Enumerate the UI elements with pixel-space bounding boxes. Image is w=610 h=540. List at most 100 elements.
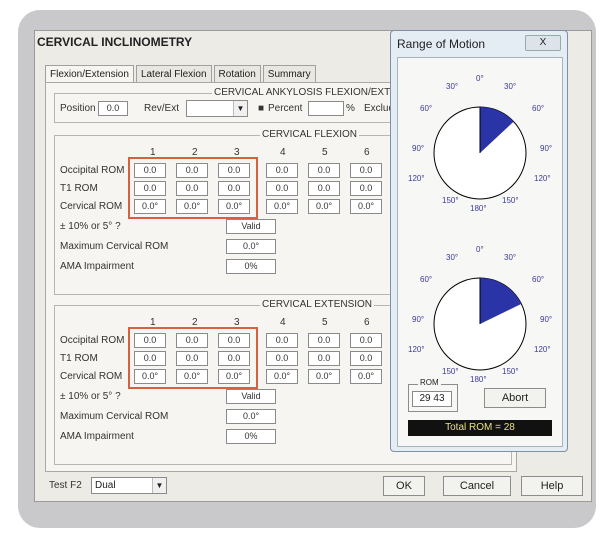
dial-1-label-l30: 30° — [446, 82, 459, 91]
extension-cervical-5: 0.0° — [308, 369, 340, 384]
total-rom-display: Total ROM = 28 — [408, 420, 552, 436]
extension-t1-4[interactable]: 0.0 — [266, 351, 298, 366]
rom-dialog-title: Range of Motion — [397, 37, 486, 51]
extension-max-value: 0.0° — [226, 409, 276, 424]
close-icon[interactable]: X — [525, 35, 561, 51]
rom-dialog-body: 0° 30° 30° 60° 60° 90° 90° 120° 120° 150… — [397, 57, 563, 447]
ok-button[interactable]: OK — [383, 476, 425, 496]
flexion-ama-label: AMA Impairment — [60, 261, 134, 272]
dial-2-label-r60: 60° — [532, 275, 545, 284]
flexion-check-value: Valid — [226, 219, 276, 234]
dial-1-label-r60: 60° — [532, 104, 545, 113]
tab-summary[interactable]: Summary — [262, 65, 316, 83]
extension-occipital-4[interactable]: 0.0 — [266, 333, 298, 348]
abort-button[interactable]: Abort — [484, 388, 546, 408]
flexion-t1-4[interactable]: 0.0 — [266, 181, 298, 196]
dial-2-label-0: 0° — [476, 245, 484, 254]
percent-field[interactable] — [308, 101, 344, 116]
extension-occipital-label: Occipital ROM — [60, 335, 125, 346]
dial-2-label-180: 180° — [470, 375, 487, 384]
extension-col-5: 5 — [322, 317, 328, 328]
extension-col-6: 6 — [364, 317, 370, 328]
percent-label: Percent — [268, 103, 303, 114]
dial-2-label-r120: 120° — [534, 345, 551, 354]
tab-flexion-extension[interactable]: Flexion/Extension — [45, 65, 134, 83]
rom-group-label: ROM — [418, 378, 441, 387]
extension-cervical-4: 0.0° — [266, 369, 298, 384]
help-button[interactable]: Help — [521, 476, 583, 496]
dial-1-label-r150: 150° — [502, 196, 519, 205]
dial-1-label-0: 0° — [476, 74, 484, 83]
dial-1-label-r120: 120° — [534, 174, 551, 183]
flexion-t1-5[interactable]: 0.0 — [308, 181, 340, 196]
dial-2-label-r30: 30° — [504, 253, 517, 262]
dial-2-label-l150: 150° — [442, 367, 459, 376]
extension-t1-6[interactable]: 0.0 — [350, 351, 382, 366]
flexion-occipital-5[interactable]: 0.0 — [308, 163, 340, 178]
flexion-highlight-box — [128, 157, 258, 219]
dial-1-label-r90: 90° — [540, 144, 553, 153]
flexion-t1-label: T1 ROM — [60, 183, 98, 194]
flexion-occipital-6[interactable]: 0.0 — [350, 163, 382, 178]
tab-lateral-flexion[interactable]: Lateral Flexion — [135, 65, 212, 83]
dial-1-label-l90: 90° — [412, 144, 425, 153]
extension-occipital-6[interactable]: 0.0 — [350, 333, 382, 348]
flexion-cervical-6: 0.0° — [350, 199, 382, 214]
dial-2-label-l30: 30° — [446, 253, 459, 262]
dial-2-label-r90: 90° — [540, 315, 553, 324]
window-title: CERVICAL INCLINOMETRY — [37, 35, 193, 49]
extension-ama-label: AMA Impairment — [60, 431, 134, 442]
dial-2-label-r150: 150° — [502, 367, 519, 376]
test-mode-select[interactable]: Dual ▼ — [91, 477, 167, 494]
extension-max-label: Maximum Cervical ROM — [60, 411, 169, 422]
bottom-bar: Test F2 Dual ▼ OK Cancel Help — [35, 476, 591, 501]
rom-values-field: 29 43 — [412, 391, 452, 407]
extension-cervical-6: 0.0° — [350, 369, 382, 384]
extension-t1-label: T1 ROM — [60, 353, 98, 364]
rev-ext-select[interactable]: ▼ — [186, 100, 248, 117]
flexion-max-value: 0.0° — [226, 239, 276, 254]
extension-ama-value: 0% — [226, 429, 276, 444]
dial-1-label-l60: 60° — [420, 104, 433, 113]
extension-highlight-box — [128, 327, 258, 389]
dial-1-label-r30: 30° — [504, 82, 517, 91]
test-label: Test F2 — [49, 480, 82, 491]
percent-marker: ■ — [258, 103, 265, 114]
flexion-occipital-label: Occipital ROM — [60, 165, 125, 176]
flexion-occipital-4[interactable]: 0.0 — [266, 163, 298, 178]
dial-2-label-l120: 120° — [408, 345, 425, 354]
flexion-cervical-4: 0.0° — [266, 199, 298, 214]
chevron-down-icon: ▼ — [233, 101, 247, 116]
dial-2-label-l90: 90° — [412, 315, 425, 324]
flexion-col-4: 4 — [280, 147, 286, 158]
extension-check-value: Valid — [226, 389, 276, 404]
range-of-motion-dialog: Range of Motion X 0° 30° 30° 60° 60° 90°… — [390, 30, 568, 452]
flexion-t1-6[interactable]: 0.0 — [350, 181, 382, 196]
tab-rotation[interactable]: Rotation — [213, 65, 261, 83]
cancel-button[interactable]: Cancel — [443, 476, 511, 496]
dial-1-label-180: 180° — [470, 204, 487, 213]
flexion-col-5: 5 — [322, 147, 328, 158]
flexion-max-label: Maximum Cervical ROM — [60, 241, 169, 252]
percent-unit: % — [346, 103, 355, 114]
dial-2-label-l60: 60° — [420, 275, 433, 284]
ankylosis-group-title: CERVICAL ANKYLOSIS FLEXION/EXTEN — [212, 87, 407, 98]
extension-col-4: 4 — [280, 317, 286, 328]
extension-cervical-label: Cervical ROM — [60, 371, 123, 382]
extension-t1-5[interactable]: 0.0 — [308, 351, 340, 366]
extension-group-title: CERVICAL EXTENSION — [260, 299, 375, 310]
rev-ext-label: Rev/Ext — [144, 103, 180, 114]
flexion-col-6: 6 — [364, 147, 370, 158]
extension-occipital-5[interactable]: 0.0 — [308, 333, 340, 348]
tab-strip: Flexion/Extension Lateral Flexion Rotati… — [45, 65, 318, 83]
flexion-cervical-5: 0.0° — [308, 199, 340, 214]
flexion-cervical-label: Cervical ROM — [60, 201, 123, 212]
dial-1-label-l120: 120° — [408, 174, 425, 183]
test-mode-value: Dual — [95, 480, 116, 491]
position-label: Position — [60, 103, 96, 114]
dial-1-label-l150: 150° — [442, 196, 459, 205]
flexion-check-label: ± 10% or 5° ? — [60, 221, 121, 232]
extension-check-label: ± 10% or 5° ? — [60, 391, 121, 402]
position-field[interactable]: 0.0 — [98, 101, 128, 116]
flexion-group-title: CERVICAL FLEXION — [260, 129, 360, 140]
